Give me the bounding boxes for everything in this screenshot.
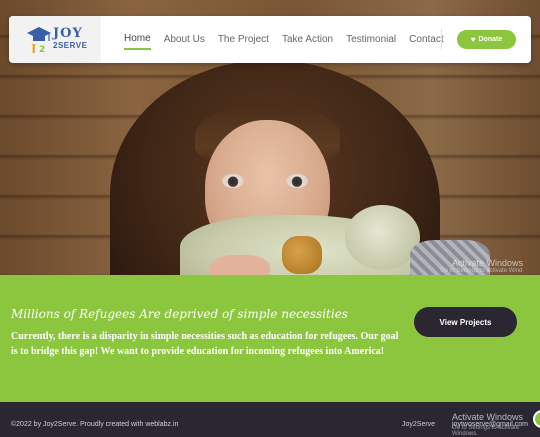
- hero-plush-head: [345, 205, 420, 270]
- footer-watermark-subtitle: Go to Settings to activate Windows.: [452, 425, 520, 437]
- logo-subword: 2SERVE: [53, 41, 88, 50]
- hero-girl-eye-right: [286, 174, 308, 188]
- donate-label: Donate: [478, 36, 503, 43]
- view-projects-button[interactable]: View Projects: [414, 307, 517, 337]
- footer-copyright: ©2022 by Joy2Serve. Proudly created with…: [11, 421, 179, 428]
- mission-band: Millions of Refugees Are deprived of sim…: [0, 275, 540, 402]
- footer-watermark-title: Activate Windows: [452, 412, 524, 422]
- hero-small-toy: [282, 236, 322, 274]
- svg-text:J: J: [30, 42, 36, 53]
- mission-title: Millions of Refugees Are deprived of sim…: [11, 307, 348, 321]
- svg-text:2: 2: [39, 45, 45, 53]
- navbar: J 2 JOY 2SERVE Home About Us The Project…: [9, 16, 531, 63]
- nav-divider: [441, 29, 442, 50]
- heart-icon: ♥: [470, 34, 476, 44]
- nav-link-about-us[interactable]: About Us: [164, 30, 205, 49]
- hero-girl-eye-left: [222, 174, 244, 188]
- mission-text: Currently, there is a disparity in simpl…: [11, 331, 399, 357]
- watermark-subtitle: Go to Settings to activate Wind: [440, 268, 523, 274]
- footer-brand: Joy2Serve: [402, 421, 436, 428]
- nav-link-testimonial[interactable]: Testimonial: [346, 30, 396, 49]
- watermark-title: Activate Windows: [452, 258, 524, 268]
- site-logo[interactable]: J 2 JOY 2SERVE: [9, 16, 101, 63]
- hero-girl-hand: [210, 255, 270, 275]
- logo-word: JOY: [53, 26, 83, 41]
- nav-links: Home About Us The Project Take Action Te…: [124, 16, 457, 63]
- graduation-cap-icon: J 2: [27, 27, 51, 53]
- nav-link-home[interactable]: Home: [124, 29, 151, 50]
- footer: ©2022 by Joy2Serve. Proudly created with…: [0, 402, 540, 437]
- nav-link-take-action[interactable]: Take Action: [282, 30, 333, 49]
- nav-link-the-project[interactable]: The Project: [218, 30, 269, 49]
- donate-button[interactable]: ♥ Donate: [457, 30, 516, 49]
- nav-link-contact[interactable]: Contact: [409, 30, 443, 49]
